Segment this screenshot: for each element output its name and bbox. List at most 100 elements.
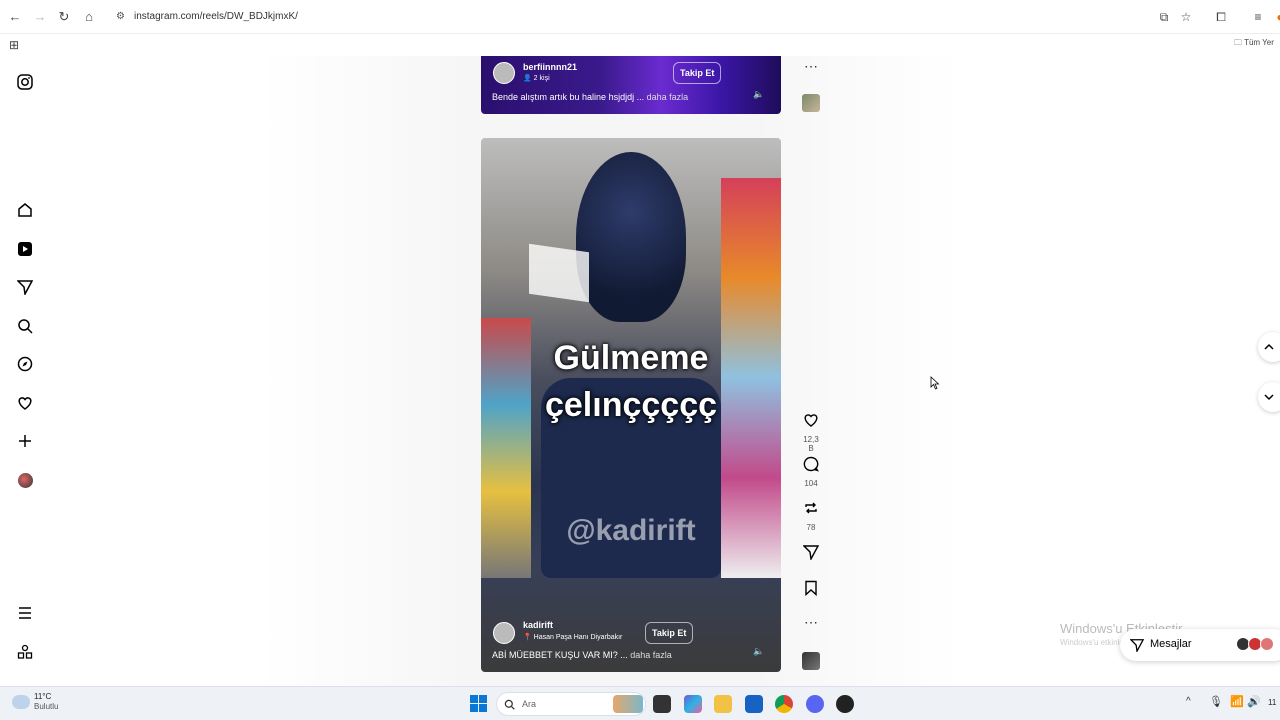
volume-icon[interactable]: 🔊	[1247, 695, 1261, 708]
comment-icon	[803, 456, 820, 472]
search-icon[interactable]	[14, 315, 36, 337]
bookmark-icon	[805, 580, 817, 597]
caption-text: Bende alıştım artık bu haline hsjdjdj ..…	[492, 92, 645, 102]
speaker-icon[interactable]: 🔈	[751, 643, 767, 659]
reload-icon[interactable]: ↻	[56, 9, 72, 25]
avatar	[1260, 637, 1274, 651]
reel-location[interactable]: 📍 Hasan Paşa Hanı Diyarbakır	[523, 633, 622, 641]
heart-icon	[804, 414, 818, 427]
cloud-weather-icon[interactable]	[12, 695, 30, 709]
bookmarks-bar: ⊞ 🗀 Tüm Yer	[0, 34, 1280, 56]
reel-previous[interactable]: berfiinnnn21 👤 2 kişi Takip Et Bende alı…	[481, 56, 781, 114]
page-viewport: berfiinnnn21 👤 2 kişi Takip Et Bende alı…	[0, 56, 1280, 686]
windows-start-icon[interactable]	[470, 695, 487, 712]
profile-icon[interactable]: ●	[1272, 9, 1280, 25]
reel-collab-label: 2 kişi	[533, 75, 550, 82]
clock[interactable]: 11	[1268, 698, 1276, 707]
chrome-icon[interactable]	[775, 695, 793, 713]
repost-icon	[805, 502, 817, 514]
location-label: Hasan Paşa Hanı Diyarbakır	[533, 634, 623, 641]
chevron-down-icon	[1264, 394, 1274, 401]
discord-icon[interactable]	[806, 695, 824, 713]
messages-nav-icon[interactable]	[14, 276, 36, 298]
instagram-sidebar	[0, 56, 50, 686]
reel-caption[interactable]: ABİ MÜEBBET KUŞU VAR MI? ... daha fazla	[492, 650, 672, 660]
install-app-icon[interactable]: ⧉	[1156, 9, 1172, 25]
copilot-icon[interactable]	[684, 695, 702, 713]
store-icon[interactable]	[745, 695, 763, 713]
weather-condition[interactable]: Bulutlu	[34, 702, 58, 711]
repost-button[interactable]: 78	[800, 500, 822, 532]
browser-toolbar: ← → ↻ ⌂ ⚙ instagram.com/reels/DW_BDJkjmx…	[0, 0, 1280, 34]
overlay-text-line2: çelınççççç	[544, 386, 718, 424]
more-link[interactable]: daha fazla	[647, 92, 689, 102]
site-info-icon[interactable]: ⚙	[116, 11, 125, 22]
search-placeholder: Ara	[522, 699, 537, 709]
more-options-icon[interactable]: ⋯	[800, 614, 822, 631]
create-plus-icon[interactable]	[14, 430, 36, 452]
comment-button[interactable]: 104	[800, 456, 822, 488]
mouse-cursor-icon	[930, 376, 940, 390]
taskbar-search[interactable]: Ara	[496, 692, 646, 716]
home-icon[interactable]: ⌂	[81, 9, 97, 25]
watermark: @kadirift	[566, 514, 696, 547]
comment-count: 104	[804, 479, 818, 488]
forward-icon[interactable]: →	[32, 9, 48, 25]
notifications-heart-icon[interactable]	[14, 392, 36, 414]
messages-icon	[1130, 639, 1144, 652]
reel-collab-count: 👤 2 kişi	[523, 75, 550, 82]
messages-label: Mesajlar	[1150, 638, 1192, 650]
more-link[interactable]: daha fazla	[630, 650, 672, 660]
extensions-icon[interactable]: ⧠	[1213, 9, 1229, 25]
reels-nav-icon[interactable]	[14, 238, 36, 260]
profile-avatar-icon[interactable]	[14, 469, 36, 491]
reel-caption[interactable]: Bende alıştım artık bu haline hsjdjdj ..…	[492, 92, 688, 102]
caption-text: ABİ MÜEBBET KUŞU VAR MI? ...	[492, 650, 628, 660]
next-reel-button[interactable]	[1258, 382, 1280, 412]
save-button[interactable]	[800, 580, 822, 601]
more-menu-icon[interactable]	[14, 602, 36, 624]
microphone-icon[interactable]: 🎙	[1209, 695, 1223, 708]
address-bar[interactable]: ⚙ instagram.com/reels/DW_BDJkjmxK/	[108, 5, 1108, 29]
like-button[interactable]: 12,3 B	[800, 412, 822, 453]
like-count: 12,3 B	[803, 435, 819, 453]
avatar[interactable]	[493, 622, 515, 644]
url-text: instagram.com/reels/DW_BDJkjmxK/	[134, 11, 298, 22]
meta-apps-icon[interactable]	[14, 641, 36, 663]
bookmark-folder-label: Tüm Yer	[1244, 38, 1274, 47]
audio-thumbnail[interactable]	[802, 94, 820, 112]
tray-chevron-up-icon[interactable]: ^	[1186, 696, 1191, 707]
reel-current[interactable]: Gülmeme çelınççççç @kadirift kadirift 📍 …	[481, 138, 781, 672]
reel-username[interactable]: berfiinnnn21	[523, 62, 577, 72]
apps-grid-icon[interactable]: ⊞	[6, 37, 22, 53]
wifi-icon[interactable]: 📶	[1230, 695, 1244, 708]
audio-thumbnail[interactable]	[802, 652, 820, 670]
weather-temp[interactable]: 11°C	[34, 692, 51, 701]
search-highlight-icon	[613, 695, 643, 713]
previous-reel-button[interactable]	[1258, 332, 1280, 362]
windows-taskbar: 11°C Bulutlu Ara ^ 🎙 📶 🔊 11	[0, 686, 1280, 720]
search-icon	[504, 699, 515, 710]
repost-count: 78	[806, 523, 816, 532]
explore-icon[interactable]	[14, 353, 36, 375]
file-explorer-icon[interactable]	[714, 695, 732, 713]
follow-button[interactable]: Takip Et	[673, 62, 722, 84]
task-view-icon[interactable]	[653, 695, 671, 713]
back-icon[interactable]: ←	[7, 9, 23, 25]
helmet-figure	[576, 152, 686, 322]
reel-username[interactable]: kadirift	[523, 620, 553, 630]
avatar[interactable]	[493, 62, 515, 84]
app-icon[interactable]	[836, 695, 854, 713]
more-options-icon[interactable]: ⋯	[800, 58, 822, 75]
follow-button[interactable]: Takip Et	[645, 622, 694, 644]
bookmark-star-icon[interactable]: ☆	[1178, 9, 1194, 25]
home-nav-icon[interactable]	[14, 199, 36, 221]
bookmark-folder[interactable]: 🗀 Tüm Yer	[1234, 37, 1274, 51]
speaker-icon[interactable]: 🔈	[751, 86, 767, 102]
reading-list-icon[interactable]: ≡	[1250, 9, 1266, 25]
messages-pill[interactable]: Mesajlar	[1120, 629, 1280, 661]
instagram-logo-icon[interactable]	[14, 71, 36, 93]
share-button[interactable]	[800, 544, 822, 565]
chevron-up-icon	[1264, 343, 1274, 350]
share-icon	[802, 545, 820, 562]
